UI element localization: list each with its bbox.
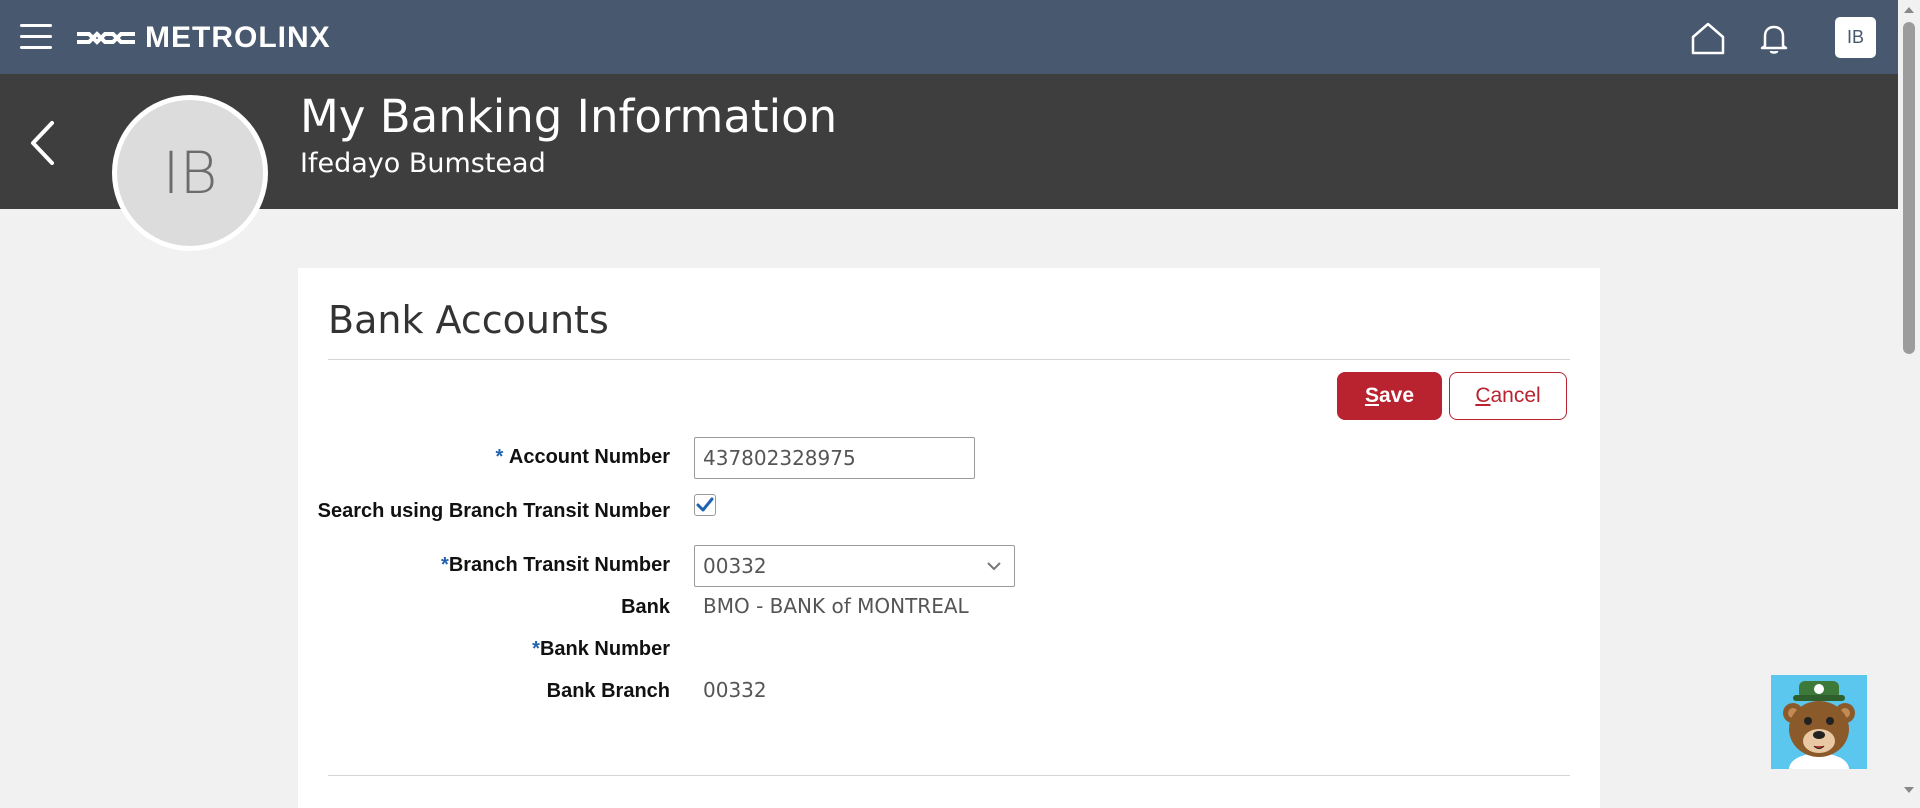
scroll-up-arrow-icon[interactable] (1903, 4, 1915, 16)
bear-mascot-icon (1783, 681, 1855, 769)
metrolinx-wave-icon (77, 31, 135, 45)
profile-avatar: IB (112, 95, 268, 251)
cancel-button-accel: C (1475, 384, 1491, 407)
bank-accounts-card: Bank Accounts Save Cancel * Account Numb… (298, 268, 1600, 808)
bank-label: Bank (621, 596, 670, 618)
bank-number-label-text: Bank Number (539, 638, 670, 660)
branch-transit-label-text: Branch Transit Number (448, 554, 670, 576)
user-avatar-button[interactable]: IB (1835, 17, 1876, 58)
bank-branch-value: 00332 (703, 678, 767, 702)
account-number-label: * Account Number (496, 446, 670, 469)
scrollbar-thumb[interactable] (1903, 22, 1915, 354)
branch-transit-select[interactable]: 00332 (694, 545, 1015, 587)
chatbot-launcher[interactable] (1771, 675, 1867, 769)
page-subtitle: Ifedayo Bumstead (300, 148, 546, 179)
save-button[interactable]: Save (1337, 372, 1442, 420)
search-branch-label: Search using Branch Transit Number (317, 500, 670, 522)
chevron-left-icon[interactable] (28, 120, 58, 166)
required-mark: * (441, 554, 449, 576)
cancel-button[interactable]: Cancel (1449, 372, 1567, 420)
top-navigation-bar: METROLINX IB (0, 0, 1898, 74)
search-branch-checkbox[interactable] (694, 494, 716, 516)
branch-transit-label: *Branch Transit Number (441, 554, 670, 577)
page-title: My Banking Information (300, 90, 838, 143)
save-button-accel: S (1364, 384, 1379, 407)
card-title: Bank Accounts (328, 298, 609, 342)
profile-header (0, 74, 1898, 209)
chevron-down-icon[interactable] (984, 556, 1004, 576)
metrolinx-logo[interactable]: METROLINX (75, 18, 331, 58)
vertical-scrollbar[interactable] (1898, 0, 1920, 800)
checkmark-icon (696, 497, 714, 512)
card-divider (328, 359, 1570, 360)
required-mark: * (532, 638, 540, 660)
bell-icon[interactable] (1756, 20, 1792, 56)
required-mark: * (495, 446, 504, 468)
hamburger-menu-icon[interactable] (20, 24, 52, 50)
bank-value: BMO - BANK of MONTREAL (703, 594, 969, 618)
branch-transit-value: 00332 (703, 554, 767, 578)
bank-number-label: *Bank Number (532, 638, 670, 661)
cancel-button-label: ancel (1490, 384, 1541, 407)
home-icon[interactable] (1690, 20, 1726, 56)
card-divider (328, 775, 1570, 776)
scroll-down-arrow-icon[interactable] (1903, 784, 1915, 796)
account-number-input[interactable]: 437802328975 (694, 437, 975, 479)
logo-text: METROLINX (145, 21, 331, 54)
bank-branch-label: Bank Branch (546, 680, 670, 702)
account-number-label-text: Account Number (508, 446, 670, 468)
save-button-label: ave (1378, 384, 1415, 407)
